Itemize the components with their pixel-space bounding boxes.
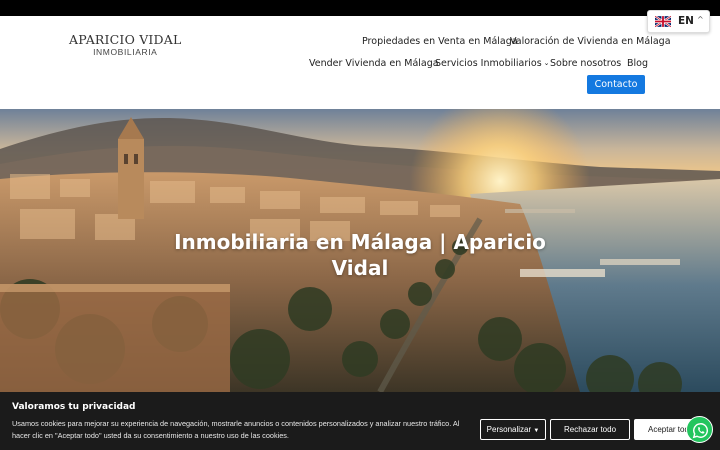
hero-title: Inmobiliaria en Málaga | Aparicio Vidal [174, 230, 546, 280]
hero-banner: Inmobiliaria en Málaga | Aparicio Vidal [0, 109, 720, 392]
whatsapp-chat-button[interactable] [686, 416, 713, 443]
nav-blog[interactable]: Blog [627, 58, 648, 69]
language-selector[interactable]: EN ^ [647, 10, 710, 33]
caret-up-icon: ^ [697, 15, 704, 24]
nav-servicios-inmobiliarios[interactable]: Servicios Inmobiliarios ⌄ [435, 58, 550, 69]
nav-valoracion-vivienda[interactable]: Valoración de Vivienda en Málaga [510, 36, 671, 47]
site-header: APARICIO VIDAL INMOBILIARIA Propiedades … [0, 16, 720, 109]
customize-label: Personalizar [486, 425, 532, 434]
caret-down-icon: ▼ [533, 428, 540, 434]
language-code: EN [678, 15, 694, 27]
nav-vender-vivienda[interactable]: Vender Vivienda en Málaga [309, 58, 439, 69]
reject-all-button[interactable]: Rechazar todo [550, 419, 630, 440]
contact-button[interactable]: Contacto [587, 75, 645, 94]
logo-sub-text: INMOBILIARIA [93, 47, 158, 57]
customize-cookies-button[interactable]: Personalizar ▼ [480, 419, 546, 440]
uk-flag-icon [655, 16, 671, 27]
cookie-title: Valoramos tu privacidad [12, 402, 136, 412]
cookie-consent-banner: Valoramos tu privacidad Usamos cookies p… [0, 392, 720, 450]
top-black-bar [0, 0, 720, 16]
nav-propiedades-venta[interactable]: Propiedades en Venta en Málaga [362, 36, 518, 47]
whatsapp-icon [692, 423, 708, 439]
chevron-down-icon: ⌄ [543, 59, 550, 67]
cookie-description: Usamos cookies para mejorar su experienc… [12, 419, 460, 440]
nav-sobre-nosotros[interactable]: Sobre nosotros [550, 58, 621, 69]
nav-servicios-label: Servicios Inmobiliarios [435, 58, 542, 69]
site-logo[interactable]: APARICIO VIDAL INMOBILIARIA [69, 32, 182, 58]
logo-main-text: APARICIO VIDAL [69, 32, 182, 47]
